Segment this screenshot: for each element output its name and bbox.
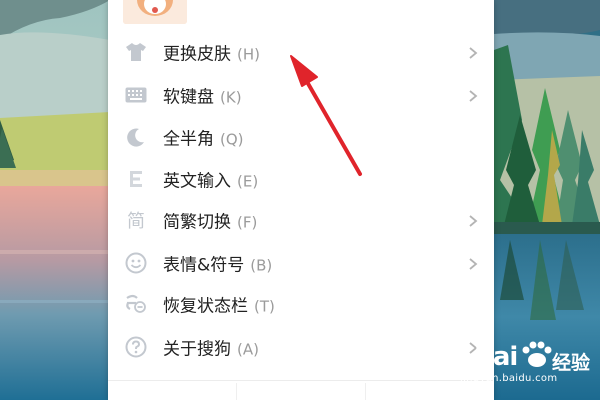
baidu-jingyan-watermark: Bai 经验 jingyan.baidu.com [448,338,598,398]
watermark-tag: 经验 [552,352,591,374]
watermark-url: jingyan.baidu.com [460,373,558,384]
watermark-brand: Bai [474,342,518,372]
